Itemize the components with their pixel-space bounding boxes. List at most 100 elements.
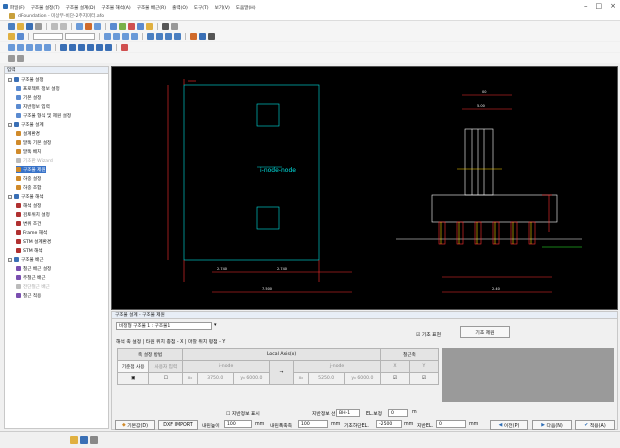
grid-rebar-y-checkbox[interactable]: ☑ <box>408 372 440 385</box>
chevron-down-icon[interactable]: ▾ <box>214 322 217 328</box>
grid-xi-value[interactable]: 3750.0 <box>196 372 234 385</box>
style-combo[interactable] <box>65 32 95 40</box>
default-button[interactable]: ◆ 기본값(D) <box>115 420 155 430</box>
polyline-icon[interactable] <box>87 43 94 51</box>
tool-icon[interactable] <box>122 32 129 40</box>
zoom-window-icon[interactable] <box>26 43 33 51</box>
collapse-icon[interactable]: - <box>8 122 12 127</box>
tool-icon[interactable] <box>104 32 111 40</box>
zoom-out-icon[interactable] <box>17 43 24 51</box>
tree-item[interactable]: STM 해석 <box>16 247 43 254</box>
menu-tools[interactable]: 도구(T) <box>194 5 209 11</box>
ground-el-input[interactable]: 0 <box>436 420 466 428</box>
dim-icon[interactable] <box>121 43 128 51</box>
new-icon[interactable] <box>8 22 15 30</box>
tree-item[interactable]: 하중 설정 <box>16 175 41 182</box>
pan-icon[interactable] <box>44 43 51 51</box>
tree-group[interactable]: - 구조물 설계 <box>8 121 44 128</box>
tool-icon[interactable] <box>128 22 135 30</box>
menu-output[interactable]: 출력(O) <box>172 5 188 11</box>
text-icon[interactable] <box>105 43 112 51</box>
tool-icon[interactable] <box>110 22 117 30</box>
tree-item[interactable]: 말뚝 배치 <box>16 148 41 155</box>
el-correction-input[interactable]: 0 <box>388 409 408 417</box>
tool-icon[interactable] <box>171 22 178 30</box>
grid-xj-value[interactable]: 5250.0 <box>307 372 345 385</box>
arc-icon[interactable] <box>96 43 103 51</box>
tool-icon[interactable] <box>137 22 144 30</box>
tree-item[interactable]: 전단철근 배근 <box>16 283 50 290</box>
tree-item[interactable]: Frame 해석 <box>16 229 47 236</box>
next-button[interactable]: ▶ 다음(N) <box>532 420 572 430</box>
grid-arrow-button[interactable]: → <box>268 360 295 385</box>
tool-icon[interactable] <box>199 32 206 40</box>
close-icon[interactable]: × <box>610 2 616 10</box>
collapse-icon[interactable]: - <box>8 77 12 82</box>
print-icon[interactable] <box>35 22 42 30</box>
menu-file[interactable]: 파일(F) <box>10 5 25 11</box>
tree-item[interactable]: 해석 설정 <box>16 202 41 209</box>
tree-item[interactable]: 철근 적용 <box>16 292 41 299</box>
tool-icon[interactable] <box>131 32 138 40</box>
tree-group[interactable]: - 구조물 해석 <box>8 193 44 200</box>
zoom-all-icon[interactable] <box>35 43 42 51</box>
tree-item[interactable]: 기본 설정 <box>16 94 41 101</box>
tree-item[interactable]: 구조물 형식 및 제원 설정 <box>16 112 71 119</box>
axis-tabs[interactable]: 해석 축 설정 | 타원 위치 종점 - X | 마찰 위치 평점 - Y <box>116 338 225 345</box>
save-icon[interactable] <box>26 22 33 30</box>
structure-type-select[interactable]: 비정형 구조물 1 : 구조물1 <box>116 322 212 330</box>
tree-item[interactable]: 주철근 배근 <box>16 274 46 281</box>
tool-icon[interactable] <box>162 22 169 30</box>
folder-icon[interactable] <box>70 436 78 444</box>
menu-view[interactable]: 보기(V) <box>215 5 230 11</box>
tool-icon[interactable] <box>146 22 153 30</box>
ground-select[interactable]: BH-1 <box>336 409 360 417</box>
tool-icon[interactable] <box>8 32 15 40</box>
grid-yi-value[interactable]: y₀ 6000.0 <box>232 372 271 385</box>
tree-group[interactable]: - 구조물 설정 <box>8 76 44 83</box>
tool-icon[interactable] <box>174 32 181 40</box>
grid-yj-value[interactable]: y₀ 6000.0 <box>343 372 381 385</box>
tool-icon[interactable] <box>190 32 197 40</box>
tree-item[interactable]: 지반정보 입력 <box>16 103 50 110</box>
layer-combo[interactable] <box>33 32 63 40</box>
tree-item[interactable]: 말뚝 기본 설정 <box>16 139 51 146</box>
tool-icon[interactable] <box>94 22 101 30</box>
tool-icon[interactable] <box>17 32 24 40</box>
foundation-show-checkbox[interactable]: ☑ 기초 표현 <box>416 331 441 338</box>
tool-icon[interactable] <box>17 54 24 62</box>
tree-group[interactable]: - 구조물 배근 <box>8 256 44 263</box>
collapse-icon[interactable]: - <box>8 257 12 262</box>
apply-button[interactable]: ✔ 적용(A) <box>575 420 615 430</box>
tree-item[interactable]: 변위 조건 <box>16 220 41 227</box>
settings-icon[interactable] <box>90 436 98 444</box>
line-icon[interactable] <box>60 43 67 51</box>
grid-base-checkbox[interactable]: ▣ <box>116 372 150 385</box>
grid-subheader-base[interactable]: 기준점 사용 <box>116 360 150 373</box>
depth-input[interactable]: 100 <box>224 420 252 428</box>
tool-icon[interactable] <box>113 32 120 40</box>
grid-user-checkbox[interactable]: ☐ <box>148 372 184 385</box>
open-icon[interactable] <box>17 22 24 30</box>
redo-icon[interactable] <box>60 22 67 30</box>
tree-item[interactable]: 검토위치 설정 <box>16 211 50 218</box>
foundation-dimension-button[interactable]: 기초 제원 <box>460 326 510 338</box>
zoom-in-icon[interactable] <box>8 43 15 51</box>
tool-icon[interactable] <box>147 32 154 40</box>
menu-structure-setting[interactable]: 구조물 설정(T) <box>31 5 60 11</box>
cover-input[interactable]: 100 <box>298 420 328 428</box>
prev-button[interactable]: ◀ 이전(P) <box>490 420 528 430</box>
tool-icon[interactable] <box>119 22 126 30</box>
view-icon[interactable] <box>80 436 88 444</box>
base-el-input[interactable]: -2500 <box>376 420 402 428</box>
tree-item[interactable]: 철근 배근 설정 <box>16 265 51 272</box>
menu-help[interactable]: 도움말(H) <box>236 5 256 11</box>
tree-item[interactable]: 하중 조합 <box>16 184 41 191</box>
collapse-icon[interactable]: - <box>8 194 12 199</box>
tool-icon[interactable] <box>156 32 163 40</box>
undo-icon[interactable] <box>51 22 58 30</box>
drawing-canvas[interactable]: i-node-node 2.740 2.740 7.500 00 5.00 2.… <box>111 66 618 310</box>
tool-icon[interactable] <box>165 32 172 40</box>
tree-item[interactable]: 설계환경 <box>16 130 40 137</box>
tool-icon[interactable] <box>208 32 215 40</box>
